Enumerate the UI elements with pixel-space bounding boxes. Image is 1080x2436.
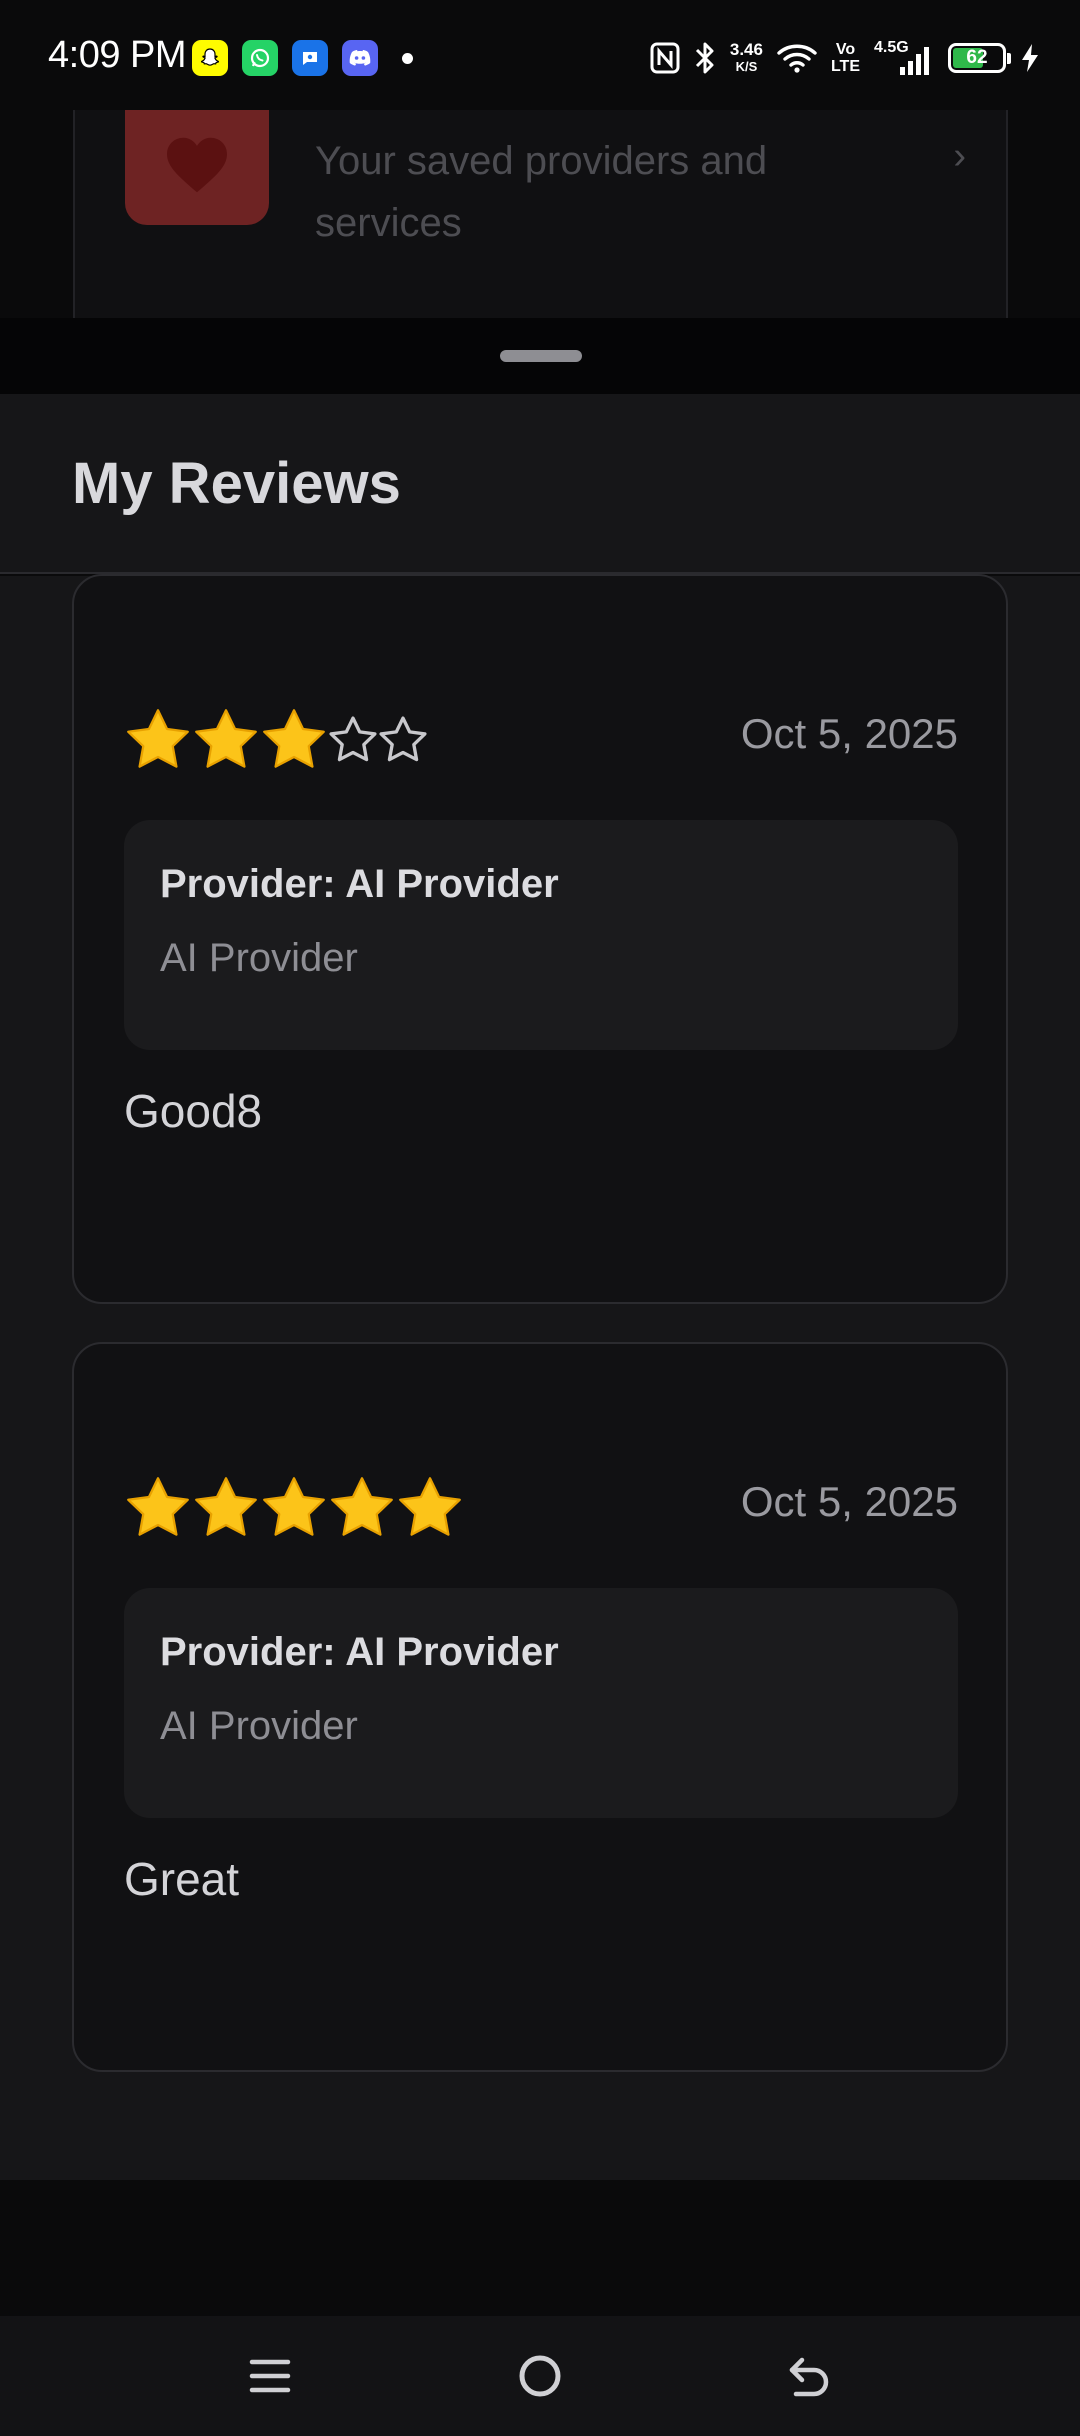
home-button[interactable] [510,2346,570,2406]
battery-icon: 62 [948,43,1011,73]
more-notifications-icon [402,52,413,64]
review-card: Oct 5, 2025 Provider: AI Provider AI Pro… [72,574,1008,1304]
star-empty-icon [329,716,377,762]
star-filled-icon [331,1477,393,1536]
network-speed: 3.46 K/S [730,41,763,75]
provider-label: Provider: AI Provider [160,862,559,906]
home-icon [519,2355,561,2397]
star-empty-icon [379,716,427,762]
volte-indicator: Vo LTE [831,41,860,75]
signal-icon: 4.5G [874,39,934,77]
star-rating [124,1474,464,1542]
star-filled-icon [195,709,257,768]
star-filled-icon [399,1477,461,1536]
star-filled-icon [195,1477,257,1536]
star-filled-icon [263,1477,325,1536]
battery-level: 62 [966,47,988,68]
charging-icon [1022,44,1038,72]
net-speed-unit: K/S [735,59,758,74]
net-speed-value: 3.46 [729,40,763,59]
status-time: 4:09 PM [48,34,187,76]
star-filled-icon [127,1477,189,1536]
provider-name: AI Provider [160,936,358,980]
menu-icon [249,2359,291,2393]
notification-icons [192,40,413,76]
provider-box[interactable]: Provider: AI Provider AI Provider [124,1588,958,1818]
system-icons: 3.46 K/S Vo LTE 4.5G 62 [650,36,1040,80]
provider-name: AI Provider [160,1704,358,1748]
menu-button[interactable] [240,2346,300,2406]
volte-bottom: LTE [830,58,860,75]
favorites-subtitle: Your saved providers and services [315,139,768,245]
status-bar: 4:09 PM 3.46 K/S Vo LTE 4.5G 62 [0,0,1080,110]
drag-handle[interactable] [500,350,582,362]
heart-icon [125,105,269,225]
review-text: Great [124,1853,240,1905]
nfc-icon [650,42,680,74]
star-filled-icon [263,709,325,768]
review-text: Good8 [124,1085,263,1137]
provider-box[interactable]: Provider: AI Provider AI Provider [124,820,958,1050]
sheet-title: My Reviews [72,451,401,516]
sheet-footer [0,2180,1080,2316]
star-filled-icon [127,709,189,768]
discord-icon [342,40,378,76]
back-icon [789,2357,829,2397]
reviews-list[interactable]: Oct 5, 2025 Provider: AI Provider AI Pro… [0,574,1080,2180]
navigation-bar [0,2316,1080,2436]
back-button[interactable] [780,2346,840,2406]
review-date: Oct 5, 2025 [740,1478,958,1525]
provider-label: Provider: AI Provider [160,1630,559,1674]
sheet-top [0,318,1080,394]
review-card: Oct 5, 2025 Provider: AI Provider AI Pro… [72,1342,1008,2072]
star-rating [124,706,428,774]
snapchat-icon [192,40,228,76]
review-date: Oct 5, 2025 [740,710,958,757]
bluetooth-icon [695,42,714,74]
sheet-header: My Reviews [0,394,1080,574]
wifi-icon [777,44,817,73]
messages-icon [292,40,328,76]
whatsapp-icon [242,40,278,76]
chevron-right-icon: › [953,135,966,177]
volte-top: Vo [835,41,856,58]
